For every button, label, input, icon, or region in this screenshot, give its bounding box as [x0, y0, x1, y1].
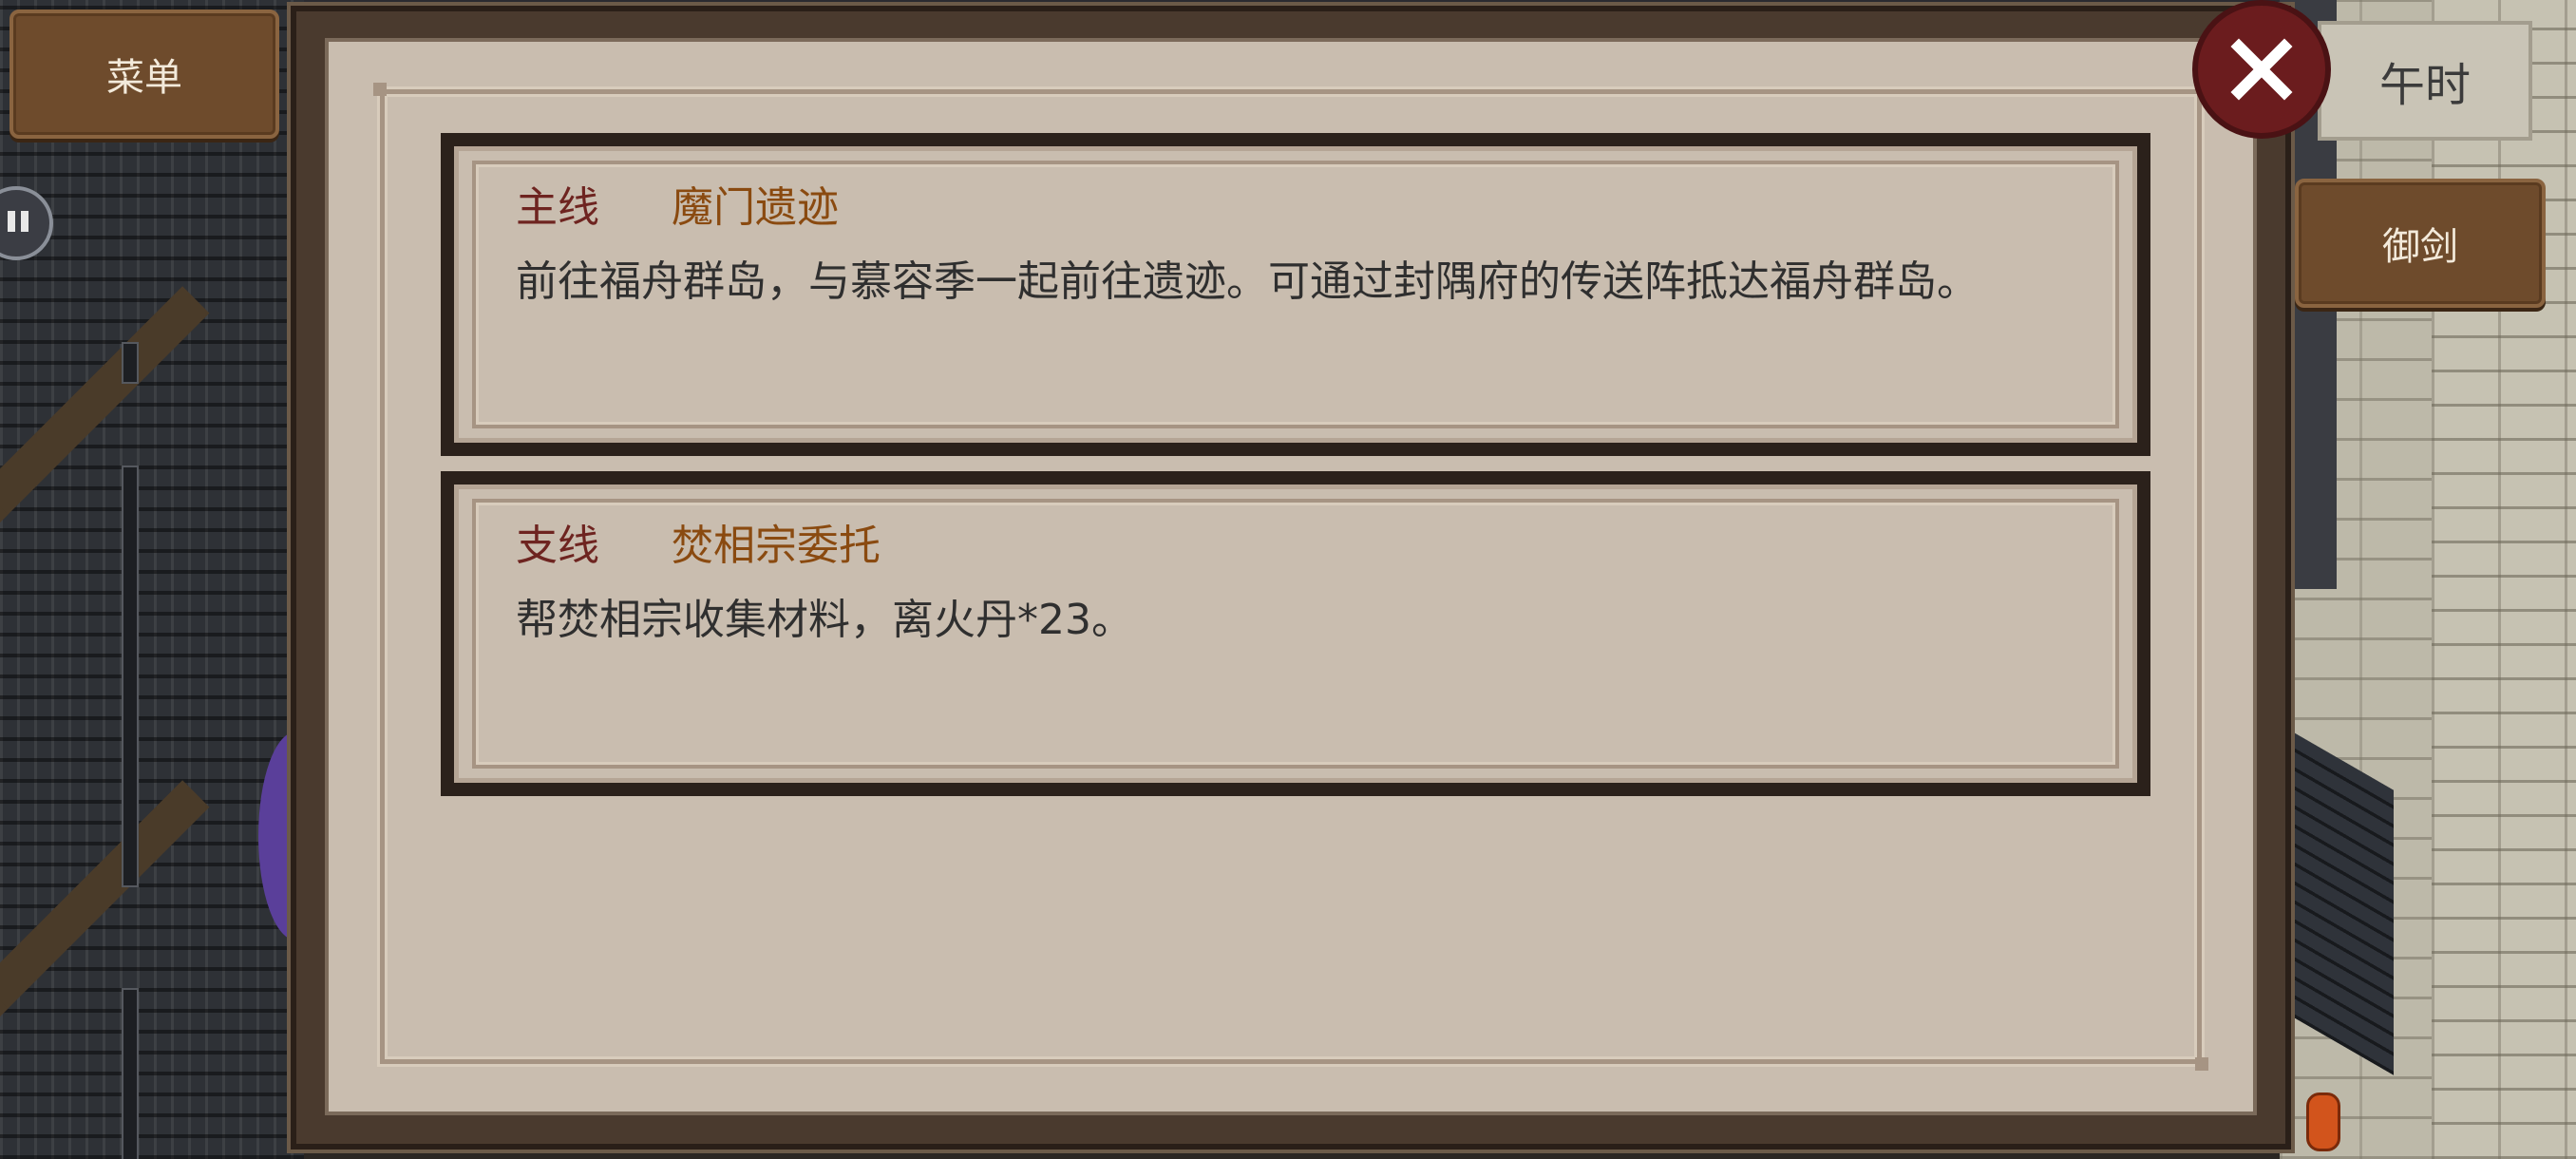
roof-ornament — [122, 988, 139, 1159]
background-wall — [2432, 0, 2576, 1159]
close-icon — [2230, 38, 2293, 101]
background-roof-right — [2289, 730, 2394, 1075]
roof-ornament — [122, 342, 139, 384]
quest-type-label: 支线 — [516, 522, 599, 570]
time-indicator: 午时 — [2318, 21, 2532, 141]
menu-button[interactable]: 菜单 — [9, 10, 279, 139]
quest-header: 支线 焚相宗委托 — [516, 518, 2094, 575]
quest-description: 前往福舟群岛，与慕容季一起前往遗迹。可通过封隅府的传送阵抵达福舟群岛。 — [516, 257, 1979, 306]
quest-description: 帮焚相宗收集材料，离火丹*23。 — [516, 596, 1133, 644]
quest-type-label: 主线 — [516, 183, 599, 232]
close-button[interactable] — [2192, 0, 2331, 139]
quest-header: 主线 魔门遗迹 — [516, 180, 2094, 237]
quest-card-content: 主线 魔门遗迹 前往福舟群岛，与慕容季一起前往遗迹。可通过封隅府的传送阵抵达福舟… — [516, 180, 2094, 318]
quest-card-content: 支线 焚相宗委托 帮焚相宗收集材料，离火丹*23。 — [516, 518, 2094, 656]
roof-ridge — [0, 679, 210, 1036]
roof-ornament — [122, 466, 139, 887]
background-roof-left — [0, 0, 304, 1159]
quest-title: 魔门遗迹 — [672, 183, 839, 232]
quest-title: 焚相宗委托 — [672, 522, 881, 570]
lantern-icon — [2306, 1092, 2340, 1151]
quest-card-main[interactable]: 主线 魔门遗迹 前往福舟群岛，与慕容季一起前往遗迹。可通过封隅府的传送阵抵达福舟… — [441, 133, 2150, 456]
quest-card-body: 支线 焚相宗委托 帮焚相宗收集材料，离火丹*23。 — [454, 484, 2137, 783]
quest-card-side[interactable]: 支线 焚相宗委托 帮焚相宗收集材料，离火丹*23。 — [441, 471, 2150, 796]
quest-card-body: 主线 魔门遗迹 前往福舟群岛，与慕容季一起前往遗迹。可通过封隅府的传送阵抵达福舟… — [454, 146, 2137, 443]
fly-sword-button[interactable]: 御剑 — [2295, 179, 2546, 308]
